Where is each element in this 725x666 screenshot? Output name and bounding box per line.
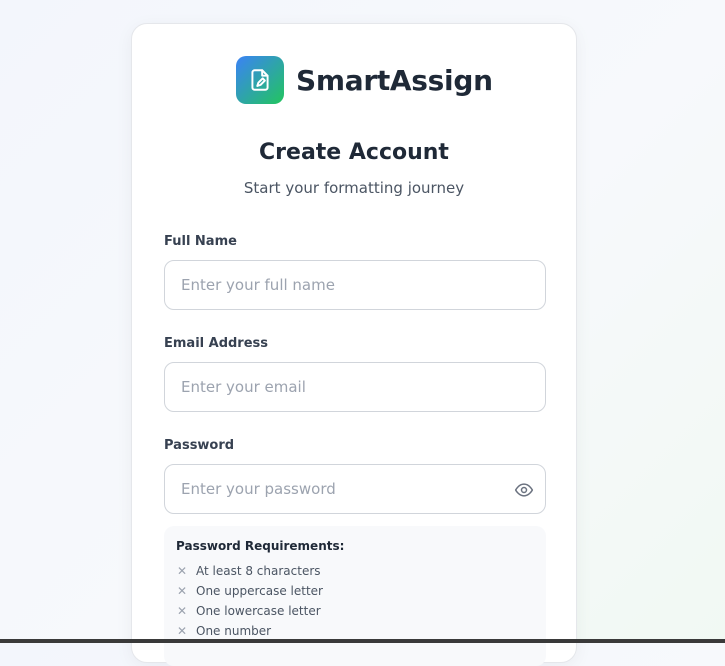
full-name-label: Full Name — [164, 234, 237, 249]
brand-header: SmartAssign — [236, 56, 493, 104]
requirement-label: At least 8 characters — [196, 564, 321, 578]
brand-name: SmartAssign — [296, 63, 493, 97]
x-icon: ✕ — [176, 584, 188, 598]
requirement-label: One uppercase letter — [196, 584, 323, 598]
x-icon: ✕ — [176, 624, 188, 638]
password-requirements: Password Requirements: ✕ At least 8 char… — [164, 526, 546, 666]
requirement-lowercase: ✕ One lowercase letter — [176, 601, 534, 621]
x-icon: ✕ — [176, 604, 188, 618]
eye-icon — [514, 483, 534, 497]
page-subtitle: Start your formatting journey — [243, 179, 465, 197]
x-icon: ✕ — [176, 564, 188, 578]
requirement-label: One number — [196, 624, 272, 638]
taskbar-edge — [0, 639, 725, 643]
requirement-uppercase: ✕ One uppercase letter — [176, 581, 534, 601]
password-input[interactable] — [164, 464, 546, 514]
document-pen-icon — [251, 69, 269, 91]
signup-card: SmartAssign Create Account Start your fo… — [131, 23, 577, 666]
password-visibility-toggle[interactable] — [512, 478, 536, 502]
requirement-number: ✕ One number — [176, 621, 534, 641]
full-name-input[interactable] — [164, 260, 546, 310]
requirements-title: Password Requirements: — [176, 539, 345, 553]
page-title: Create Account — [259, 140, 449, 165]
password-label: Password — [164, 438, 235, 453]
requirement-min-length: ✕ At least 8 characters — [176, 561, 534, 581]
email-label: Email Address — [164, 336, 269, 351]
requirements-list: ✕ At least 8 characters ✕ One uppercase … — [176, 561, 534, 641]
requirement-label: One lowercase letter — [196, 604, 321, 618]
email-input[interactable] — [164, 362, 546, 412]
logo — [236, 56, 284, 104]
